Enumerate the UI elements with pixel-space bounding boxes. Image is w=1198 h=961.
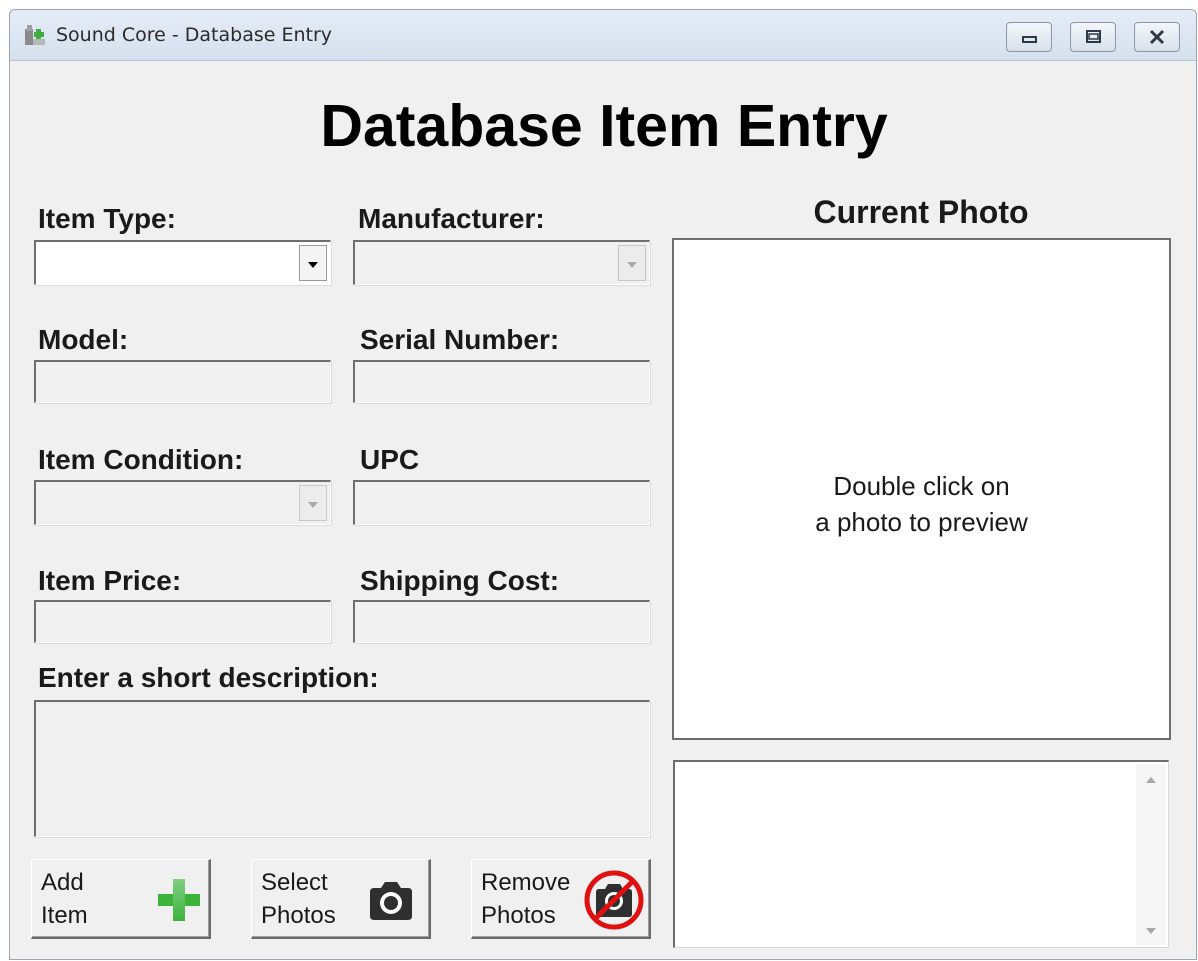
add-item-button[interactable]: Add Item bbox=[31, 859, 211, 939]
remove-photos-button[interactable]: Remove Photos bbox=[471, 859, 651, 939]
model-input[interactable] bbox=[34, 360, 331, 403]
chevron-down-icon bbox=[308, 502, 318, 508]
shipping-cost-input[interactable] bbox=[353, 600, 650, 643]
photo-list[interactable] bbox=[673, 760, 1169, 948]
item-price-label: Item Price: bbox=[38, 565, 182, 596]
description-label: Enter a short description: bbox=[38, 662, 379, 693]
photo-list-scrollbar[interactable] bbox=[1136, 764, 1166, 945]
manufacturer-dropdown-button[interactable] bbox=[618, 245, 646, 281]
chevron-down-icon bbox=[627, 262, 637, 268]
restore-icon bbox=[1086, 30, 1101, 43]
camera-icon bbox=[370, 882, 412, 920]
manufacturer-select[interactable] bbox=[353, 240, 650, 285]
item-type-dropdown-button[interactable] bbox=[299, 245, 327, 281]
serial-number-input[interactable] bbox=[353, 360, 650, 403]
app-window: Sound Core - Database Entry Database Ite… bbox=[9, 9, 1197, 960]
plus-icon bbox=[158, 879, 200, 921]
photo-preview-placeholder: Double click on a photo to preview bbox=[815, 471, 1028, 537]
shipping-cost-label: Shipping Cost: bbox=[360, 565, 560, 596]
add-item-button-label: Add Item bbox=[41, 869, 88, 929]
manufacturer-label: Manufacturer: bbox=[358, 203, 545, 234]
model-label: Model: bbox=[38, 324, 129, 355]
item-type-select[interactable] bbox=[34, 240, 331, 285]
page-title: Database Item Entry bbox=[320, 93, 888, 159]
window-title: Sound Core - Database Entry bbox=[56, 24, 333, 46]
item-type-label: Item Type: bbox=[38, 203, 176, 234]
item-price-input[interactable] bbox=[34, 600, 331, 643]
remove-photos-button-label: Remove Photos bbox=[481, 869, 571, 929]
item-condition-dropdown-button[interactable] bbox=[299, 485, 327, 521]
item-condition-label: Item Condition: bbox=[38, 444, 244, 475]
minimize-button[interactable] bbox=[1006, 22, 1052, 52]
select-photos-button-label: Select Photos bbox=[261, 869, 336, 929]
chevron-down-icon bbox=[308, 262, 318, 268]
title-bar[interactable]: Sound Core - Database Entry bbox=[10, 10, 1196, 61]
scroll-down-icon[interactable] bbox=[1136, 923, 1166, 939]
close-button[interactable] bbox=[1134, 22, 1180, 52]
close-icon bbox=[1149, 29, 1165, 45]
item-condition-select[interactable] bbox=[34, 480, 331, 525]
upc-label: UPC bbox=[360, 444, 420, 475]
description-textarea[interactable] bbox=[34, 700, 650, 837]
serial-number-label: Serial Number: bbox=[360, 324, 560, 355]
app-icon bbox=[25, 25, 45, 45]
scroll-up-icon[interactable] bbox=[1136, 772, 1166, 788]
restore-button[interactable] bbox=[1070, 22, 1116, 52]
minimize-icon bbox=[1022, 36, 1037, 43]
select-photos-button[interactable]: Select Photos bbox=[251, 859, 431, 939]
current-photo-title: Current Photo bbox=[813, 194, 1029, 230]
no-camera-icon bbox=[584, 870, 644, 930]
upc-input[interactable] bbox=[353, 480, 650, 525]
